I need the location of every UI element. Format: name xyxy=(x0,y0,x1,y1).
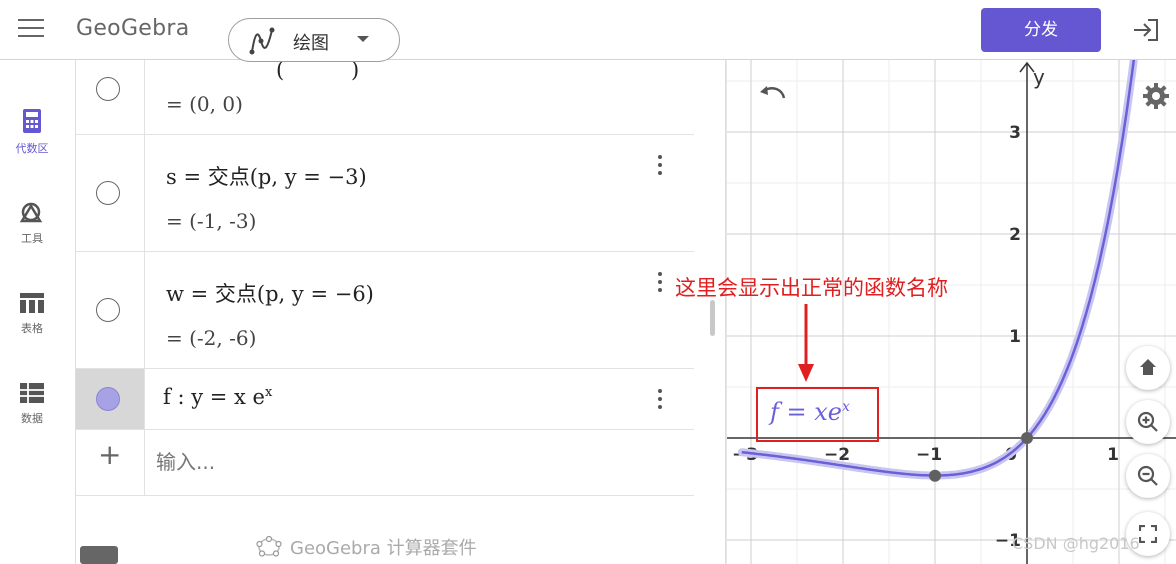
home-button[interactable] xyxy=(1126,346,1170,390)
zoom-out-button[interactable] xyxy=(1126,454,1170,498)
zoom-in-button[interactable] xyxy=(1126,400,1170,444)
app-name: 绘图 xyxy=(293,33,329,54)
function-label-exp: x xyxy=(842,399,850,415)
fullscreen-icon xyxy=(1139,525,1157,543)
settings-gear-icon[interactable] xyxy=(1142,82,1170,110)
rail-label-algebra: 代数区 xyxy=(15,142,49,155)
add-icon[interactable]: + xyxy=(98,438,121,471)
y-tick-label: 2 xyxy=(1009,225,1021,245)
rail-item-algebra[interactable]: 代数区 xyxy=(0,108,64,156)
x-tick-label: −1 xyxy=(916,445,942,465)
row-definition[interactable]: s = 交点(p, y = −3) xyxy=(166,161,367,191)
algebra-row-selected[interactable]: f : y = x ex xyxy=(76,369,694,430)
rail-item-data[interactable]: 数据 xyxy=(0,382,64,426)
y-axis-label: y xyxy=(1033,65,1045,89)
calculator-icon xyxy=(23,109,41,133)
algebra-input-row[interactable]: + xyxy=(76,430,694,496)
function-label-base: f = xe xyxy=(770,398,842,426)
undo-icon[interactable] xyxy=(757,84,787,106)
share-button[interactable]: 分发 xyxy=(981,8,1101,52)
visibility-toggle[interactable] xyxy=(96,387,120,411)
app-header: GeoGebra 绘图 分发 xyxy=(0,0,1176,62)
rail-item-tools[interactable]: 工具 xyxy=(0,200,64,246)
data-icon xyxy=(20,383,44,403)
table-icon xyxy=(20,293,44,313)
graphing-icon xyxy=(249,27,275,55)
app-picker[interactable]: 绘图 xyxy=(228,18,400,62)
algebra-row[interactable]: w = 交点(p, y = −6) = (-2, -6) xyxy=(76,252,694,369)
x-tick-label: 1 xyxy=(1107,445,1119,465)
rail-label-data: 数据 xyxy=(21,412,43,425)
row-value: = (-2, -6) xyxy=(166,326,257,350)
side-rail: 代数区 工具 表格 数据 xyxy=(0,60,76,564)
annotation-arrow-icon xyxy=(798,304,814,382)
row-value: = (-1, -3) xyxy=(166,209,257,233)
visibility-toggle[interactable] xyxy=(96,77,120,101)
algebra-input[interactable] xyxy=(156,442,596,482)
function-definition: f : y = x e xyxy=(163,385,265,409)
algebra-panel: ( ) = (0, 0) s = 交点(p, y = −3) = (-1, -3… xyxy=(76,60,726,564)
graphics-view[interactable]: y −3 −2 −1 0 1 3 2 1 −1 xyxy=(727,60,1176,564)
geogebra-logo-icon xyxy=(256,536,282,557)
chevron-down-icon xyxy=(357,36,369,42)
row-definition[interactable]: w = 交点(p, y = −6) xyxy=(166,278,374,308)
watermark: CSDN @hg2016 xyxy=(1012,534,1140,553)
sign-in-icon[interactable] xyxy=(1132,18,1160,42)
rail-label-table: 表格 xyxy=(21,322,43,335)
point xyxy=(929,469,941,482)
scrollbar[interactable] xyxy=(710,300,715,336)
y-tick-label: 3 xyxy=(1009,123,1021,143)
rail-label-tools: 工具 xyxy=(21,232,43,245)
zoom-out-icon xyxy=(1137,465,1158,486)
more-options-icon[interactable] xyxy=(654,272,666,298)
row-value: = (0, 0) xyxy=(166,92,243,116)
row-definition-partial: ( ) xyxy=(276,60,360,82)
suite-footer-text: GeoGebra 计算器套件 xyxy=(290,538,477,559)
function-exponent: x xyxy=(264,385,273,400)
home-icon xyxy=(1140,359,1156,375)
row-definition[interactable]: f : y = x ex xyxy=(163,385,272,409)
point xyxy=(1021,432,1033,444)
y-tick-label: 1 xyxy=(1009,327,1021,347)
more-options-icon[interactable] xyxy=(654,389,666,415)
rail-item-table[interactable]: 表格 xyxy=(0,292,64,336)
function-label: f = xex xyxy=(770,398,850,426)
algebra-row[interactable]: ( ) = (0, 0) xyxy=(76,60,694,135)
more-options-icon[interactable] xyxy=(654,155,666,181)
menu-icon[interactable] xyxy=(18,19,44,41)
visibility-toggle[interactable] xyxy=(96,181,120,205)
suite-footer: GeoGebra 计算器套件 xyxy=(256,534,477,560)
visibility-toggle[interactable] xyxy=(96,298,120,322)
tools-icon xyxy=(19,202,43,223)
algebra-row[interactable]: s = 交点(p, y = −3) = (-1, -3) xyxy=(76,135,694,252)
keyboard-icon[interactable] xyxy=(80,546,118,564)
annotation-text: 这里会显示出正常的函数名称 xyxy=(675,276,948,300)
geogebra-logo: GeoGebra xyxy=(76,16,190,41)
zoom-in-icon xyxy=(1137,411,1158,432)
function-plot[interactable]: y−3 −2 −1 0 1321−1 xyxy=(727,60,1176,564)
